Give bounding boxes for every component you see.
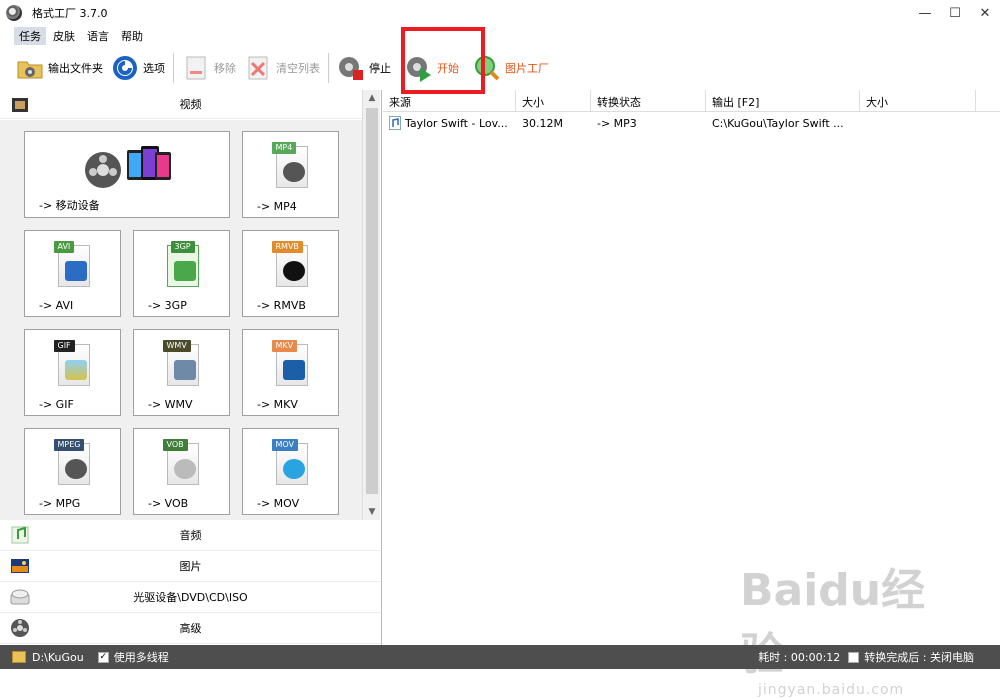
- table-row[interactable]: Taylor Swift - Lov... 30.12M -> MP3 C:\K…: [383, 112, 1000, 134]
- mov-icon: MOV: [270, 439, 312, 485]
- scroll-thumb[interactable]: [366, 108, 378, 494]
- format-grid: -> 移动设备 MP4 -> MP4 AVI -> AVI 3GP -> 3GP…: [0, 120, 362, 520]
- options-icon: [111, 54, 139, 82]
- avi-icon: AVI: [52, 241, 94, 287]
- stop-icon: [337, 54, 365, 82]
- scroll-up-icon[interactable]: ▲: [363, 90, 381, 106]
- picture-category-header[interactable]: 图片: [0, 551, 381, 582]
- mkv-icon: MKV: [270, 340, 312, 386]
- column-size[interactable]: 大小: [516, 90, 591, 111]
- video-category-header[interactable]: 视频: [0, 90, 381, 119]
- toolbar-separator: [173, 53, 174, 83]
- tile-mpg[interactable]: MPEG -> MPG: [24, 428, 121, 515]
- toolbar-separator: [328, 53, 329, 83]
- maximize-button[interactable]: ☐: [940, 0, 970, 26]
- row-output: C:\KuGou\Taylor Swift ...: [712, 116, 844, 130]
- highlight-box: [401, 27, 485, 94]
- remove-icon: [182, 54, 210, 82]
- advanced-category-header[interactable]: 高级: [0, 613, 381, 644]
- picture-icon: [10, 556, 30, 576]
- vob-icon: VOB: [161, 439, 203, 485]
- toolbar: 输出文件夹 选项 移除 清空列表 停止 开始 图片工厂: [0, 48, 1000, 88]
- category-panel: 视频 -> 移动设备 MP4 -> MP4 AVI -> AVI 3GP -> …: [0, 90, 382, 645]
- title-bar: 格式工厂 3.7.0 — ☐ ✕: [0, 0, 1000, 26]
- minimize-button[interactable]: —: [910, 0, 940, 26]
- audio-category-header[interactable]: 音频: [0, 520, 381, 551]
- row-size: 30.12M: [522, 116, 563, 130]
- tile-vob[interactable]: VOB -> VOB: [133, 428, 230, 515]
- format-grid-scrollbar[interactable]: ▲ ▼: [362, 90, 380, 520]
- column-output-size[interactable]: 大小: [860, 90, 976, 111]
- advanced-reel-icon: [10, 618, 30, 638]
- multithread-toggle[interactable]: ✓ 使用多线程: [97, 649, 169, 665]
- gif-icon: GIF: [52, 340, 94, 386]
- options-button[interactable]: 选项: [107, 50, 169, 86]
- row-source: Taylor Swift - Lov...: [405, 116, 508, 130]
- category-list: 音频 图片 光驱设备\DVD\CD\ISO 高级: [0, 520, 381, 644]
- tile-wmv[interactable]: WMV -> WMV: [133, 329, 230, 416]
- tile-mp4[interactable]: MP4 -> MP4: [242, 131, 339, 218]
- window-title: 格式工厂 3.7.0: [32, 7, 108, 20]
- output-folder-path[interactable]: D:\KuGou: [32, 651, 84, 664]
- folder-small-icon[interactable]: [12, 651, 26, 663]
- after-conversion-toggle[interactable]: 转换完成后 : 关闭电脑: [848, 649, 974, 665]
- menu-task[interactable]: 任务: [14, 27, 46, 45]
- tile-avi[interactable]: AVI -> AVI: [24, 230, 121, 317]
- stop-button[interactable]: 停止: [333, 50, 395, 86]
- folder-icon: [16, 54, 44, 82]
- clear-list-icon: [244, 54, 272, 82]
- menu-skin[interactable]: 皮肤: [48, 27, 80, 45]
- disc-drive-icon: [10, 587, 30, 607]
- audio-file-icon: [389, 116, 401, 130]
- dvd-category-header[interactable]: 光驱设备\DVD\CD\ISO: [0, 582, 381, 613]
- close-button[interactable]: ✕: [970, 0, 1000, 26]
- tile-mov[interactable]: MOV -> MOV: [242, 428, 339, 515]
- status-bar: D:\KuGou ✓ 使用多线程 耗时 : 00:00:12 转换完成后 : 关…: [0, 645, 1000, 669]
- multithread-checkbox[interactable]: ✓: [97, 651, 109, 663]
- mpeg-icon: MPEG: [52, 439, 94, 485]
- app-icon: [6, 5, 22, 21]
- tile-mkv[interactable]: MKV -> MKV: [242, 329, 339, 416]
- elapsed-time: 耗时 : 00:00:12: [758, 651, 841, 664]
- menu-help[interactable]: 帮助: [116, 27, 148, 45]
- baidu-watermark: Baidu经验 jingyan.baidu.com: [740, 565, 926, 698]
- after-conversion-checkbox[interactable]: [848, 651, 860, 663]
- scroll-down-icon[interactable]: ▼: [363, 504, 381, 520]
- menu-bar: 任务 皮肤 语言 帮助: [0, 26, 1000, 46]
- rmvb-icon: RMVB: [270, 241, 312, 287]
- menu-language[interactable]: 语言: [82, 27, 114, 45]
- column-output[interactable]: 输出 [F2]: [706, 90, 860, 111]
- clear-list-button[interactable]: 清空列表: [240, 50, 324, 86]
- mp4-icon: MP4: [270, 142, 312, 188]
- column-status[interactable]: 转换状态: [591, 90, 706, 111]
- remove-button[interactable]: 移除: [178, 50, 240, 86]
- tile-3gp[interactable]: 3GP -> 3GP: [133, 230, 230, 317]
- wmv-icon: WMV: [161, 340, 203, 386]
- film-icon: [10, 95, 30, 115]
- tile-mobile-device[interactable]: -> 移动设备: [24, 131, 230, 218]
- output-folder-button[interactable]: 输出文件夹: [12, 50, 107, 86]
- 3gp-icon: 3GP: [161, 241, 203, 287]
- tile-gif[interactable]: GIF -> GIF: [24, 329, 121, 416]
- tile-rmvb[interactable]: RMVB -> RMVB: [242, 230, 339, 317]
- row-status: -> MP3: [597, 116, 637, 130]
- mobile-device-icon: [85, 146, 171, 188]
- music-note-icon: [10, 525, 30, 545]
- row-output-size: [860, 120, 976, 126]
